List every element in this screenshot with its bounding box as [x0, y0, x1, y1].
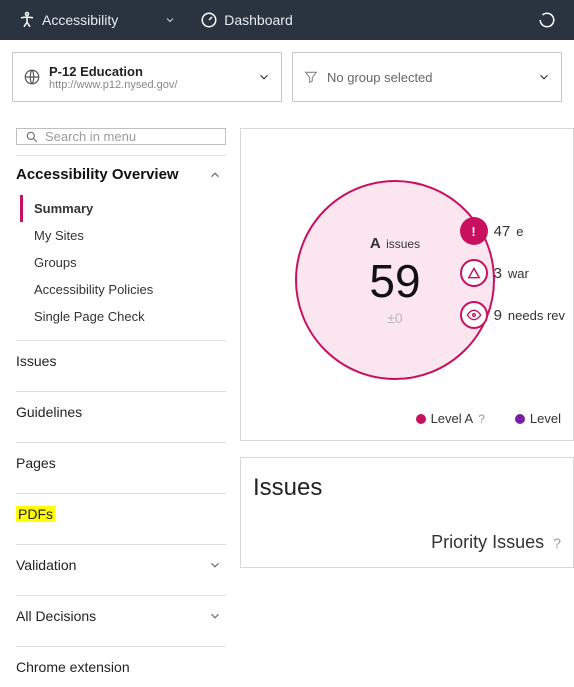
nav-accessibility[interactable]: Accessibility — [10, 7, 184, 33]
sidebar: Accessibility Overview Summary My Sites … — [16, 128, 226, 652]
help-icon[interactable]: ? — [553, 535, 561, 551]
refresh-icon — [538, 11, 556, 29]
group-selector[interactable]: No group selected — [292, 52, 562, 102]
eye-icon — [460, 301, 488, 329]
chevron-up-icon — [208, 168, 222, 182]
dot-icon — [416, 414, 426, 424]
warning-icon — [460, 259, 488, 287]
chevron-down-icon — [208, 609, 222, 623]
nav-accessibility-label: Accessibility — [42, 12, 118, 28]
dot-icon — [515, 414, 525, 424]
site-selector-text: P-12 Education http://www.p12.nysed.gov/ — [49, 64, 257, 91]
sidebar-item-my-sites[interactable]: My Sites — [20, 222, 226, 249]
legend-level-a[interactable]: Level A ? — [416, 411, 485, 426]
nav-dashboard-label: Dashboard — [224, 12, 293, 28]
badge-review[interactable]: 9 needs rev — [460, 301, 565, 329]
chevron-down-icon — [537, 70, 551, 84]
issues-card: Issues Priority Issues ? — [240, 457, 574, 568]
top-nav: Accessibility Dashboard — [0, 0, 574, 40]
help-icon[interactable]: ? — [478, 412, 485, 426]
site-selector[interactable]: P-12 Education http://www.p12.nysed.gov/ — [12, 52, 282, 102]
badge-warnings[interactable]: 3 war — [460, 259, 565, 287]
sidebar-item-pages[interactable]: Pages — [16, 442, 226, 483]
main: Accessibility Overview Summary My Sites … — [0, 128, 574, 652]
site-url: http://www.p12.nysed.gov/ — [49, 79, 257, 91]
chevron-down-icon — [164, 14, 176, 26]
chart-legend: Level A ? Level — [253, 405, 561, 426]
sidebar-item-validation[interactable]: Validation — [16, 544, 226, 585]
side-badges: ! 47 e 3 war 9 — [460, 217, 565, 329]
sidebar-item-chrome[interactable]: Chrome extension — [16, 646, 226, 687]
priority-issues[interactable]: Priority Issues ? — [253, 532, 561, 553]
badge-errors[interactable]: ! 47 e — [460, 217, 565, 245]
site-title: P-12 Education — [49, 64, 257, 79]
sidebar-item-decisions[interactable]: All Decisions — [16, 595, 226, 636]
nav-dashboard[interactable]: Dashboard — [192, 7, 301, 33]
content: A issues 59 ±0 ! 47 e 3 war — [240, 128, 574, 652]
sidebar-item-summary[interactable]: Summary — [20, 195, 226, 222]
sidebar-item-groups[interactable]: Groups — [20, 249, 226, 276]
legend-level-aa[interactable]: Level — [515, 411, 561, 426]
overview-header-label: Accessibility Overview — [16, 166, 179, 183]
search-input[interactable] — [45, 129, 217, 144]
sidebar-item-pdfs[interactable]: PDFs — [16, 493, 226, 534]
globe-icon — [23, 68, 41, 86]
nav-right-icon[interactable] — [530, 7, 564, 33]
overview-section: Accessibility Overview Summary My Sites … — [16, 155, 226, 330]
issues-heading: Issues — [253, 474, 561, 502]
circle-delta: ±0 — [387, 310, 402, 326]
overview-header[interactable]: Accessibility Overview — [16, 166, 226, 183]
sidebar-item-issues[interactable]: Issues — [16, 340, 226, 381]
sidebar-item-guidelines[interactable]: Guidelines — [16, 391, 226, 432]
search-icon — [25, 130, 39, 144]
search-box[interactable] — [16, 128, 226, 145]
chart-wrap: A issues 59 ±0 ! 47 e 3 war — [253, 145, 561, 405]
chevron-down-icon — [208, 558, 222, 572]
overview-submenu: Summary My Sites Groups Accessibility Po… — [20, 195, 226, 330]
error-icon: ! — [460, 217, 488, 245]
sidebar-item-policies[interactable]: Accessibility Policies — [20, 276, 226, 303]
chart-card: A issues 59 ±0 ! 47 e 3 war — [240, 128, 574, 441]
accessibility-icon — [18, 11, 36, 29]
chevron-down-icon — [257, 70, 271, 84]
circle-label: A issues — [370, 235, 420, 252]
gauge-icon — [200, 11, 218, 29]
circle-value: 59 — [369, 254, 420, 308]
sidebar-item-single-page[interactable]: Single Page Check — [20, 303, 226, 330]
group-selector-text: No group selected — [327, 70, 537, 85]
group-label: No group selected — [327, 70, 537, 85]
filter-icon — [303, 69, 319, 85]
selector-row: P-12 Education http://www.p12.nysed.gov/… — [0, 40, 574, 110]
